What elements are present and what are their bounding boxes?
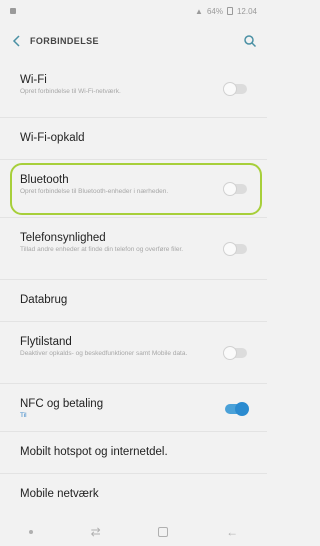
hotspot-title: Mobilt hotspot og internetdel. bbox=[20, 446, 168, 458]
app-header: FORBINDELSE bbox=[0, 22, 267, 60]
bluetooth-subtitle: Opret forbindelse til Bluetooth-enheder … bbox=[20, 188, 169, 195]
wifi-calling-title: Wi-Fi-opkald bbox=[20, 132, 85, 144]
wifi-subtitle: Opret forbindelse til Wi-Fi-netværk. bbox=[20, 88, 121, 95]
back-arrow-icon[interactable] bbox=[10, 34, 24, 48]
visibility-title: Telefonsynlighed bbox=[20, 232, 106, 244]
mobile-networks-title: Mobile netværk bbox=[20, 488, 99, 500]
wifi-toggle[interactable] bbox=[223, 82, 247, 96]
airplane-subtitle: Deaktiver opkalds- og beskedfunktioner s… bbox=[20, 350, 188, 357]
bluetooth-title: Bluetooth bbox=[20, 174, 69, 186]
status-right: ▲ 64% 12.04 bbox=[195, 7, 257, 16]
search-icon[interactable] bbox=[243, 34, 257, 48]
airplane-toggle[interactable] bbox=[223, 346, 247, 360]
hotspot-item[interactable]: Mobilt hotspot og internetdel. bbox=[0, 432, 267, 474]
nfc-toggle[interactable] bbox=[225, 402, 249, 416]
back-icon[interactable]: ← bbox=[226, 525, 238, 539]
battery-percent: 64% bbox=[206, 6, 223, 16]
wifi-item[interactable]: Wi-Fi Opret forbindelse til Wi-Fi-netvær… bbox=[0, 62, 267, 118]
navigation-bar: ⇄ ← bbox=[0, 518, 267, 546]
status-bar: ▲ 64% 12.04 bbox=[0, 0, 267, 22]
nfc-status: Til bbox=[20, 412, 27, 419]
nfc-title: NFC og betaling bbox=[20, 398, 104, 410]
wifi-title: Wi-Fi bbox=[20, 74, 47, 86]
page-title: FORBINDELSE bbox=[30, 36, 99, 46]
airplane-title: Flytilstand bbox=[20, 336, 72, 348]
data-usage-title: Databrug bbox=[20, 294, 68, 306]
nfc-item[interactable]: NFC og betaling Til bbox=[0, 384, 267, 432]
battery-icon bbox=[226, 7, 233, 15]
nav-dot-icon[interactable] bbox=[28, 530, 33, 534]
visibility-toggle[interactable] bbox=[223, 242, 247, 256]
visibility-item[interactable]: Telefonsynlighed Tillad andre enheder at… bbox=[0, 218, 267, 280]
home-icon[interactable] bbox=[158, 527, 169, 537]
data-usage-item[interactable]: Databrug bbox=[0, 280, 267, 322]
visibility-subtitle: Tillad andre enheder at finde din telefo… bbox=[20, 246, 184, 253]
mobile-networks-item[interactable]: Mobile netværk bbox=[0, 474, 267, 514]
signal-icon: ▲ bbox=[195, 6, 203, 16]
clock: 12.04 bbox=[236, 6, 257, 16]
settings-list: Wi-Fi Opret forbindelse til Wi-Fi-netvær… bbox=[0, 62, 267, 514]
bluetooth-item[interactable]: Bluetooth Opret forbindelse til Bluetoot… bbox=[0, 160, 267, 218]
bluetooth-toggle[interactable] bbox=[223, 182, 247, 196]
wifi-calling-item[interactable]: Wi-Fi-opkald bbox=[0, 118, 267, 160]
notification-icon bbox=[10, 8, 16, 14]
recent-apps-icon[interactable]: ⇄ bbox=[91, 525, 101, 539]
airplane-item[interactable]: Flytilstand Deaktiver opkalds- og besked… bbox=[0, 322, 267, 384]
